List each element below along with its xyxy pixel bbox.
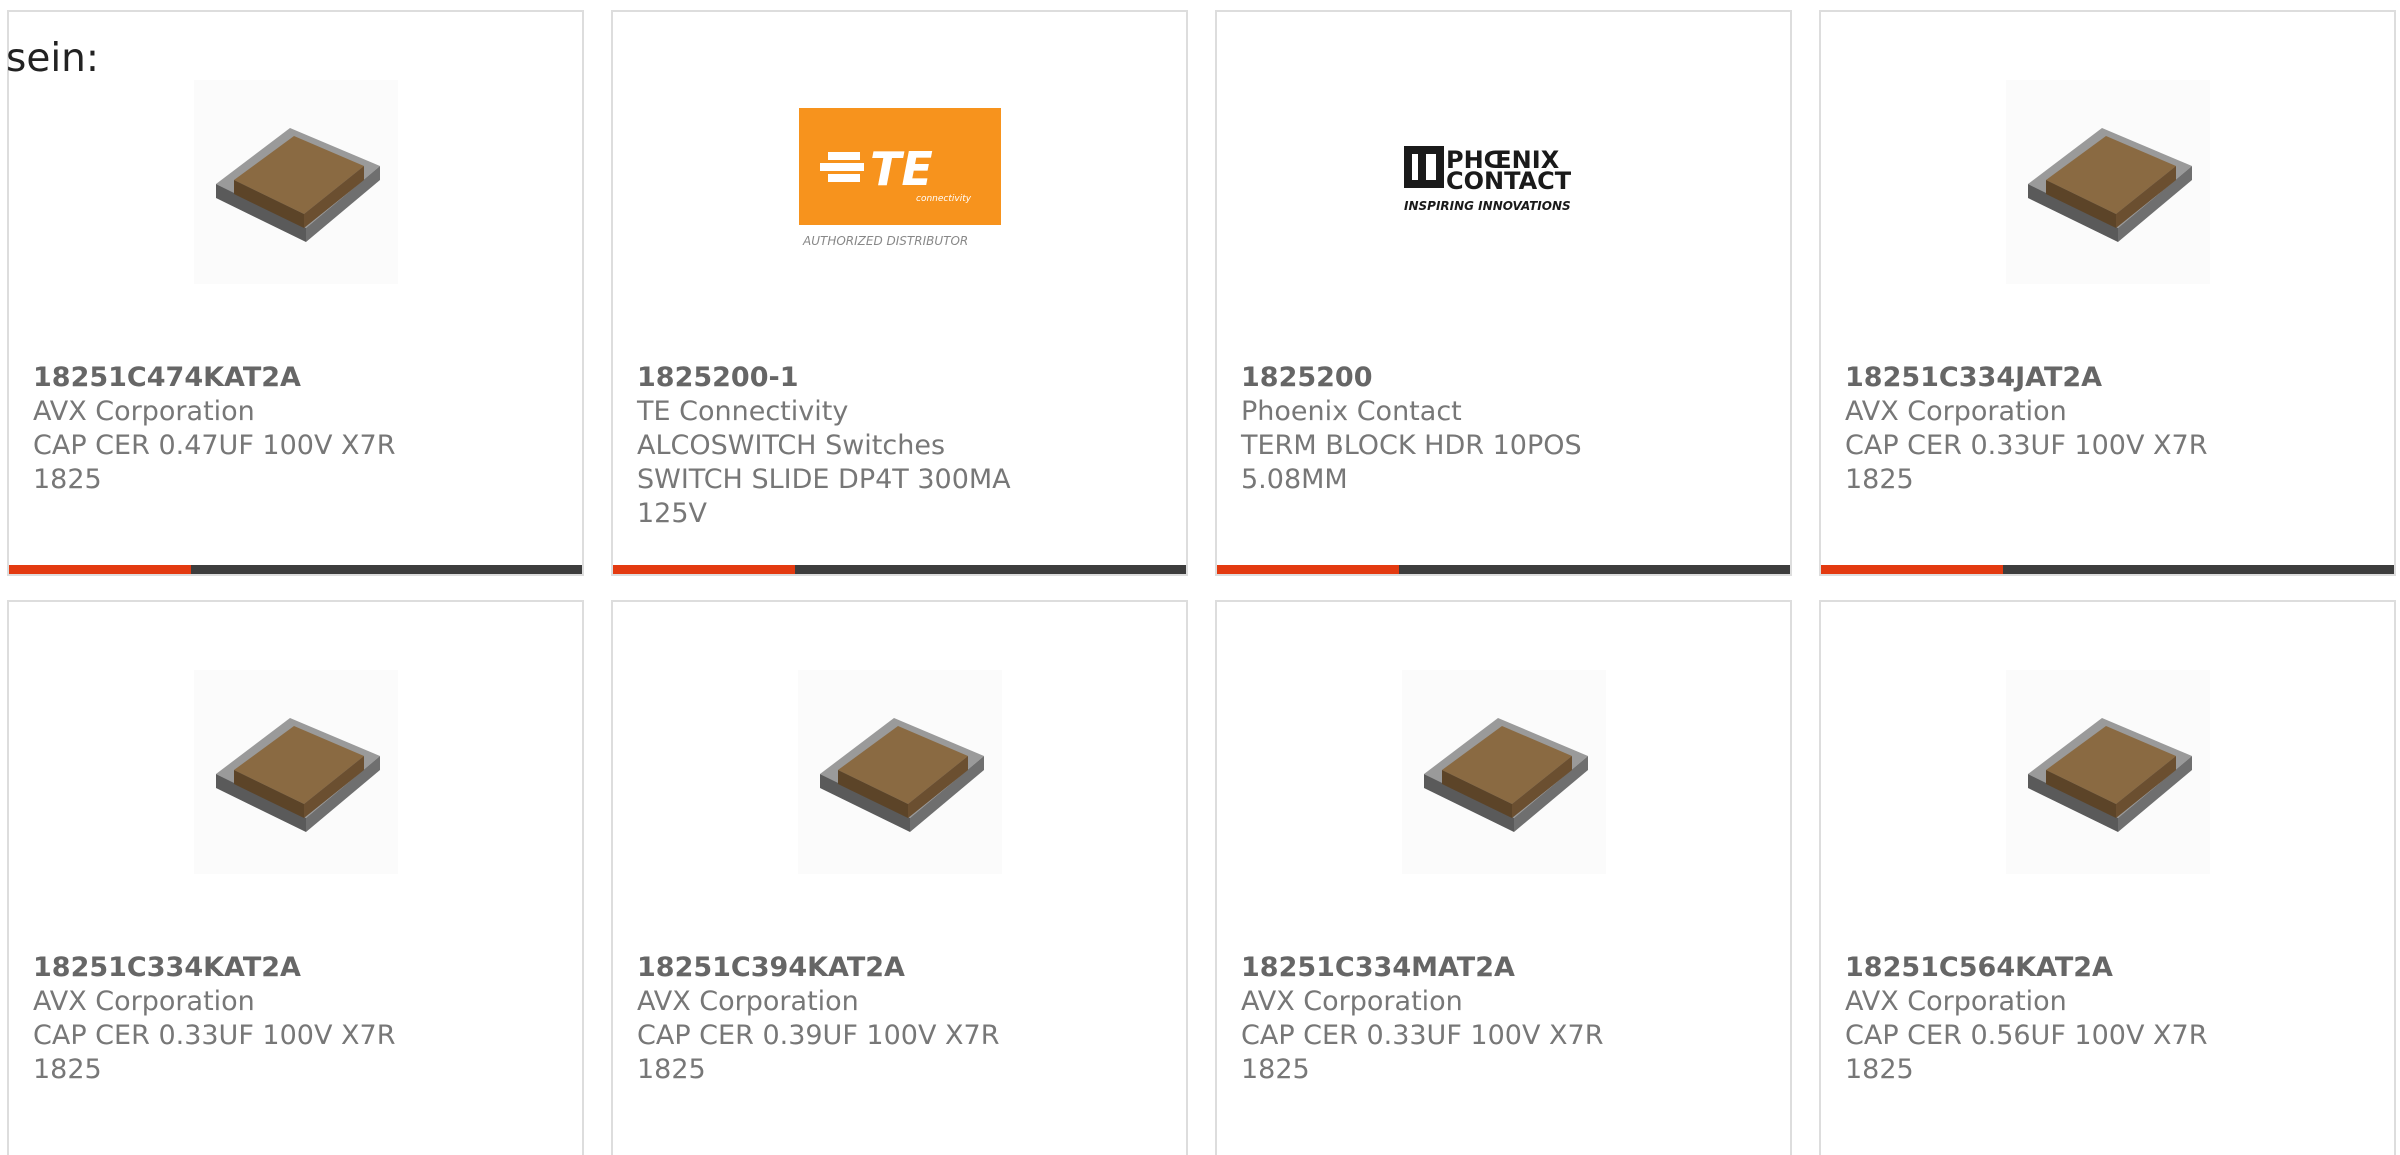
manufacturer: AVX Corporation: [637, 986, 859, 1017]
card-bar-accent: [1821, 565, 2003, 574]
product-grid-page: sein: 18251C474KAT2A AVX Corporation CAP…: [0, 0, 2400, 1155]
product-image[interactable]: [797, 670, 1002, 874]
manufacturer: AVX Corporation: [1845, 986, 2067, 1017]
ceramic-capacitor-icon: [2027, 718, 2192, 832]
manufacturer: AVX Corporation: [33, 986, 255, 1017]
description: CAP CER 0.47UF 100V X7R 1825: [33, 430, 396, 495]
product-card[interactable]: 18251C334JAT2A AVX Corporation CAP CER 0…: [1819, 10, 2396, 576]
product-card[interactable]: 18251C394KAT2A AVX Corporation CAP CER 0…: [611, 600, 1188, 1155]
part-number[interactable]: 18251C334KAT2A: [33, 951, 422, 985]
card-bar-accent: [9, 565, 191, 574]
product-image[interactable]: PHŒNIX CONTACT INSPIRING INNOVATIONS: [1402, 80, 1606, 284]
product-card[interactable]: PHŒNIX CONTACT INSPIRING INNOVATIONS 182…: [1215, 10, 1792, 576]
manufacturer: TE Connectivity ALCOSWITCH Switches: [637, 396, 946, 461]
te-logo-sub: connectivity: [916, 194, 972, 204]
product-image[interactable]: [2005, 670, 2210, 874]
description: CAP CER 0.33UF 100V X7R 1825: [33, 1020, 396, 1085]
te-connectivity-logo: TE connectivity AUTHORIZED DISTRIBUTOR: [798, 108, 1001, 248]
part-number[interactable]: 1825200: [1241, 361, 1630, 395]
description: CAP CER 0.56UF 100V X7R 1825: [1845, 1020, 2208, 1085]
card-bar-accent: [613, 565, 795, 574]
card-bar: [1217, 565, 1790, 574]
ceramic-capacitor-icon: [2027, 128, 2192, 242]
product-card[interactable]: 18251C474KAT2A AVX Corporation CAP CER 0…: [7, 10, 584, 576]
description: CAP CER 0.33UF 100V X7R 1825: [1241, 1020, 1604, 1085]
ceramic-capacitor-icon: [215, 128, 380, 242]
description: TERM BLOCK HDR 10POS 5.08MM: [1241, 430, 1582, 495]
part-number[interactable]: 18251C334MAT2A: [1241, 951, 1630, 985]
part-number[interactable]: 1825200-1: [637, 361, 1026, 395]
card-bar: [9, 565, 582, 574]
manufacturer: AVX Corporation: [33, 396, 255, 427]
phoenix-contact-logo: PHŒNIX CONTACT INSPIRING INNOVATIONS: [1403, 146, 1572, 213]
phoenix-logo-tagline: INSPIRING INNOVATIONS: [1404, 199, 1571, 213]
product-card[interactable]: 18251C334KAT2A AVX Corporation CAP CER 0…: [7, 600, 584, 1155]
product-card[interactable]: 18251C334MAT2A AVX Corporation CAP CER 0…: [1215, 600, 1792, 1155]
te-logo-mark: TE: [870, 142, 933, 196]
manufacturer: AVX Corporation: [1241, 986, 1463, 1017]
part-number[interactable]: 18251C334JAT2A: [1845, 361, 2234, 395]
phoenix-logo-line2: CONTACT: [1446, 167, 1572, 195]
description: SWITCH SLIDE DP4T 300MA 125V: [637, 464, 1011, 529]
ceramic-capacitor-icon: [819, 718, 984, 832]
product-card[interactable]: 18251C564KAT2A AVX Corporation CAP CER 0…: [1819, 600, 2396, 1155]
part-number[interactable]: 18251C474KAT2A: [33, 361, 422, 395]
description: CAP CER 0.39UF 100V X7R 1825: [637, 1020, 1000, 1085]
product-image[interactable]: [2005, 80, 2210, 284]
te-logo-caption: AUTHORIZED DISTRIBUTOR: [802, 234, 968, 248]
product-image[interactable]: [1401, 670, 1606, 874]
product-image[interactable]: TE connectivity AUTHORIZED DISTRIBUTOR: [798, 80, 1002, 284]
part-number[interactable]: 18251C564KAT2A: [1845, 951, 2234, 985]
product-card[interactable]: TE connectivity AUTHORIZED DISTRIBUTOR 1…: [611, 10, 1188, 576]
card-bar-accent: [1217, 565, 1399, 574]
part-number[interactable]: 18251C394KAT2A: [637, 951, 1026, 985]
description: CAP CER 0.33UF 100V X7R 1825: [1845, 430, 2208, 495]
intro-text: sein:: [6, 36, 100, 81]
ceramic-capacitor-icon: [215, 718, 380, 832]
card-bar: [1821, 565, 2394, 574]
product-image[interactable]: [193, 670, 398, 874]
product-image[interactable]: [193, 80, 398, 284]
ceramic-capacitor-icon: [1423, 718, 1588, 832]
manufacturer: Phoenix Contact: [1241, 396, 1462, 427]
card-bar: [613, 565, 1186, 574]
manufacturer: AVX Corporation: [1845, 396, 2067, 427]
